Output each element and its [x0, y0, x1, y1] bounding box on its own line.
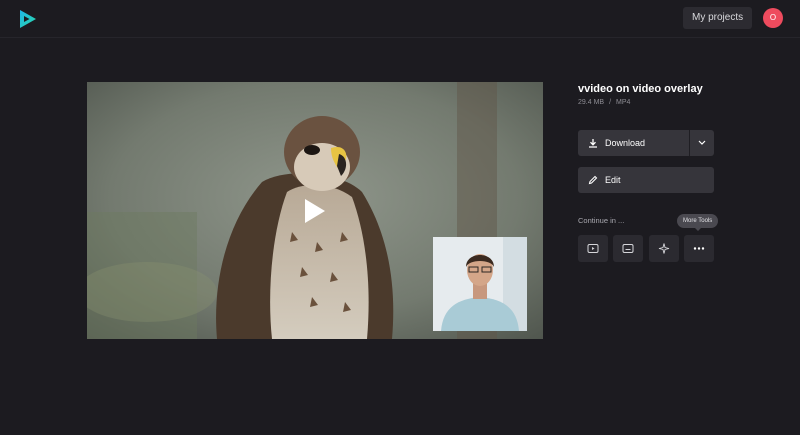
edit-label: Edit [605, 175, 621, 185]
page-title: vvideo on video overlay [578, 83, 703, 95]
edit-button[interactable]: Edit [578, 167, 714, 193]
more-icon [693, 247, 705, 250]
youtube-tool-button[interactable] [578, 235, 608, 262]
youtube-icon [587, 244, 599, 253]
chevron-down-icon [698, 140, 706, 145]
download-options-dropdown[interactable] [690, 130, 714, 156]
meta-separator: / [609, 99, 612, 106]
download-icon [589, 139, 597, 148]
download-label: Download [605, 138, 646, 148]
continue-in-label: Continue in ... [578, 216, 625, 225]
download-button[interactable]: Download [578, 130, 689, 156]
file-format: MP4 [616, 99, 631, 106]
my-projects-button[interactable]: My projects [683, 7, 753, 29]
file-size: 29.4 MB [578, 99, 605, 106]
avatar[interactable]: O [763, 8, 783, 28]
top-bar: My projects O [0, 0, 800, 38]
subtitles-icon [622, 244, 634, 253]
play-icon[interactable] [304, 198, 326, 224]
more-tools-button[interactable] [684, 235, 714, 262]
ai-tool-button[interactable] [649, 235, 679, 262]
pencil-icon [588, 175, 598, 185]
webcam-overlay[interactable] [433, 237, 527, 331]
sparkle-icon [658, 243, 670, 254]
subtitles-tool-button[interactable] [613, 235, 643, 262]
download-split-button: Download [578, 130, 714, 156]
webcam-person-image [433, 237, 527, 331]
file-meta: 29.4 MB / MP4 [578, 99, 630, 106]
play-logo-icon[interactable] [18, 9, 38, 29]
more-tools-tooltip: More Tools [677, 214, 719, 231]
